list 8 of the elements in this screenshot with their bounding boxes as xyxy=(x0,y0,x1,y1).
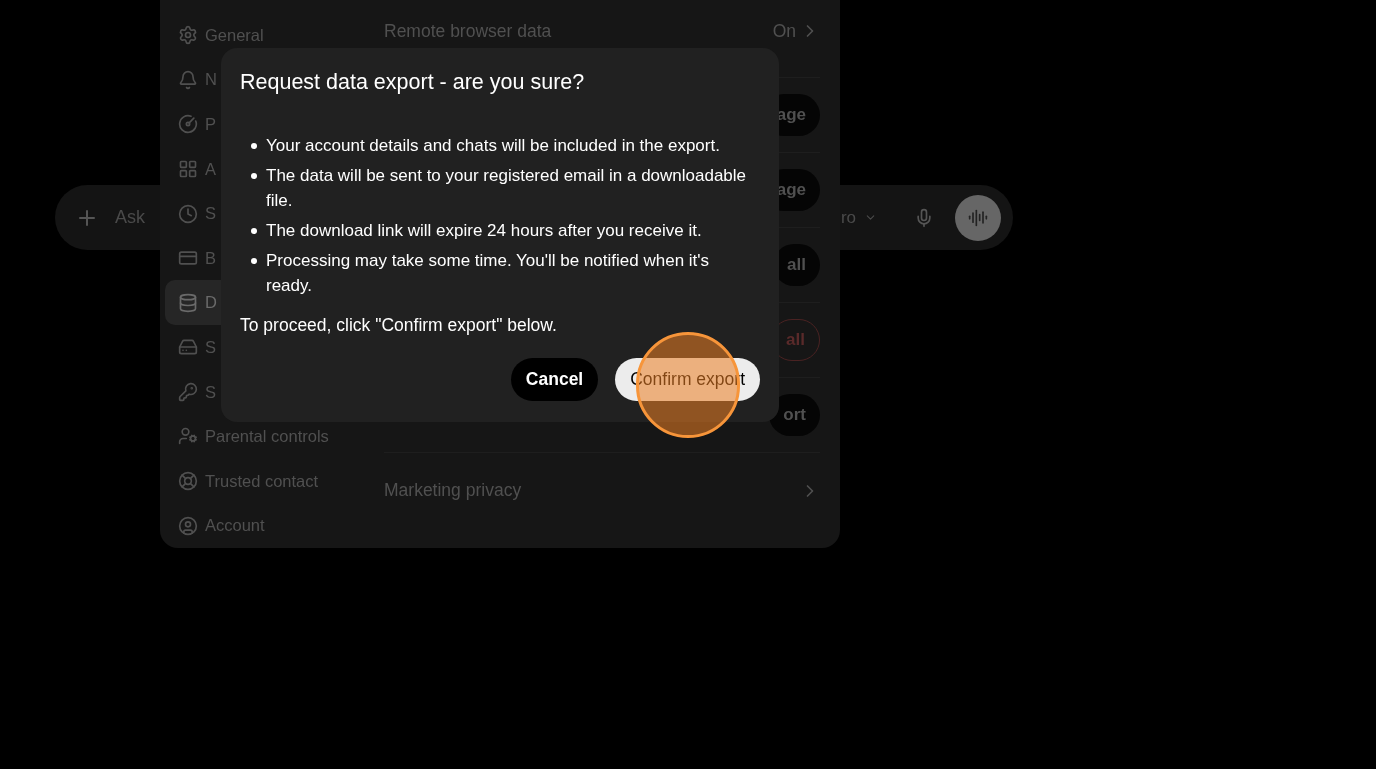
bullet-text: The data will be sent to your registered email in a downloadable file. xyxy=(266,165,748,212)
bullet-text: Your account details and chats will be included in the export. xyxy=(266,135,720,157)
setting-label: Marketing privacy xyxy=(384,479,522,503)
dialog-note: To proceed, click "Confirm export" below. xyxy=(240,314,558,337)
setting-label: Remote browser data xyxy=(384,20,552,43)
dialog-title: Request data export - are you sure? xyxy=(240,69,586,96)
bullet-text: Processing may take some time. You'll be notified when it's ready. xyxy=(266,250,711,297)
bullet-text: The download link will expire 24 hours after you receive it. xyxy=(266,220,702,242)
